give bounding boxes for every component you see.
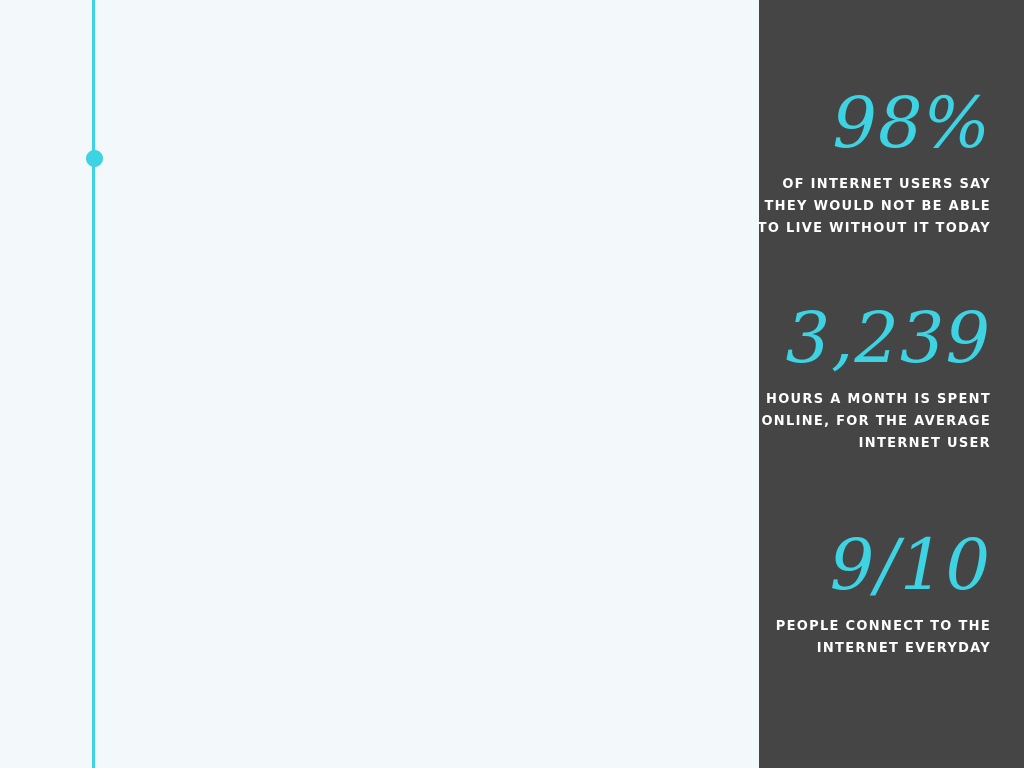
- timeline-line: [92, 0, 95, 768]
- stat-block: 9/10 PEOPLE CONNECT TO THE INTERNET EVER…: [751, 530, 991, 660]
- timeline-dot: [86, 150, 103, 167]
- stat-value: 3,239: [785, 297, 991, 379]
- stats-panel: 98% OF INTERNET USERS SAY THEY WOULD NOT…: [758, 0, 1024, 768]
- stat-description: HOURS A MONTH IS SPENT ONLINE, FOR THE A…: [761, 392, 991, 451]
- stat-value: 98%: [832, 82, 991, 164]
- stat-block: 98% OF INTERNET USERS SAY THEY WOULD NOT…: [751, 88, 991, 240]
- stat-block: 3,239 HOURS A MONTH IS SPENT ONLINE, FOR…: [751, 303, 991, 455]
- left-panel: [0, 0, 759, 768]
- stat-description: PEOPLE CONNECT TO THE INTERNET EVERYDAY: [775, 619, 991, 656]
- stat-description: OF INTERNET USERS SAY THEY WOULD NOT BE …: [757, 177, 991, 236]
- stat-value: 9/10: [829, 524, 991, 606]
